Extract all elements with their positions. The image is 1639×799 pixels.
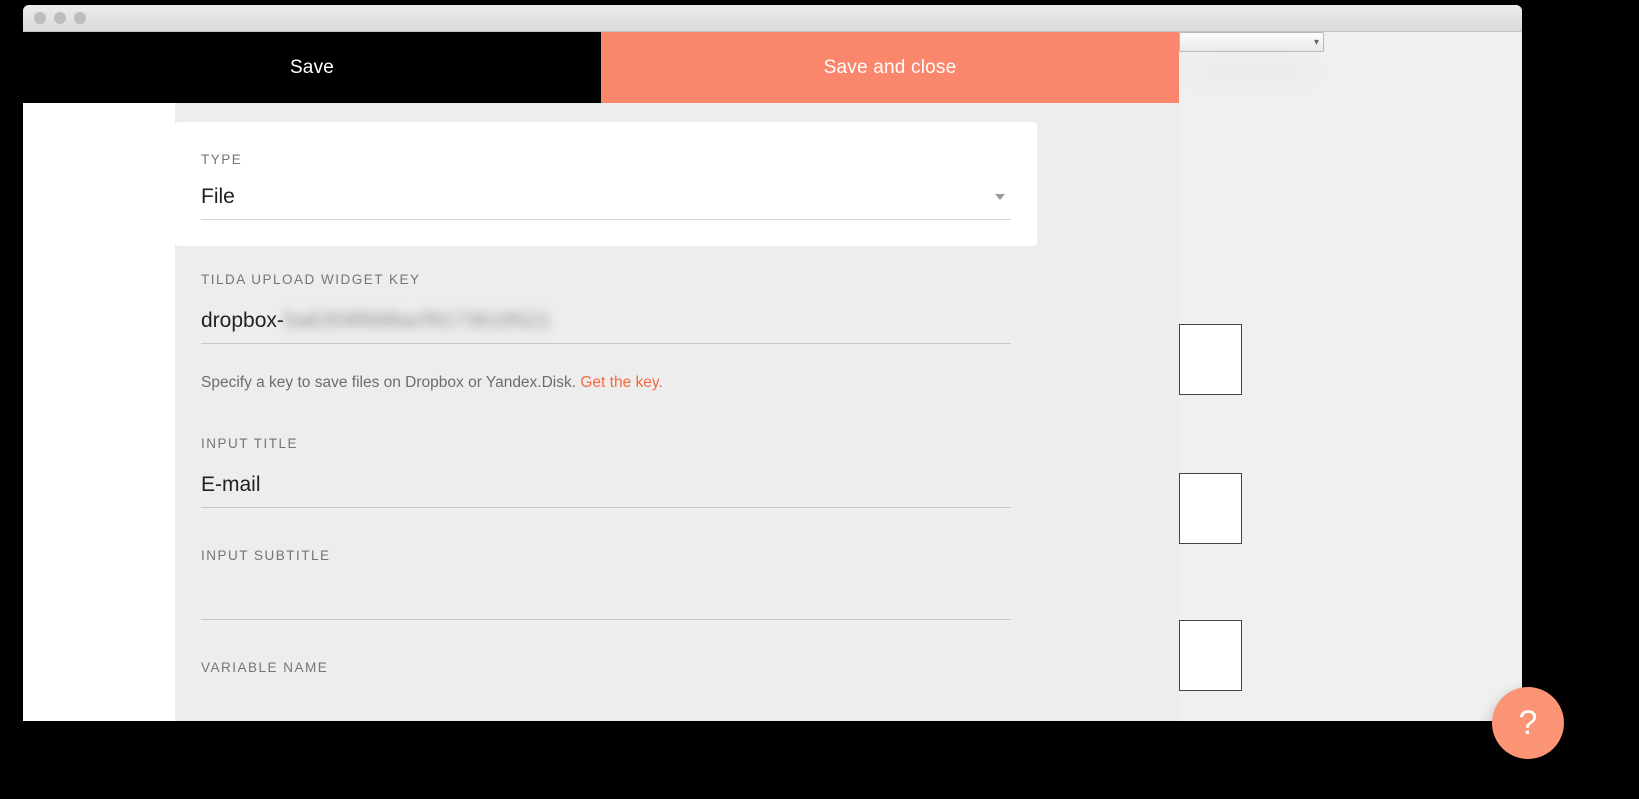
mac-window: ▾ Save Save and close [23,5,1522,721]
variable-name-label: VARIABLE NAME [201,660,1011,675]
background-select[interactable]: ▾ [1179,32,1324,52]
help-button[interactable]: ? [1492,687,1564,759]
upload-key-prefix: dropbox- [201,309,284,332]
dialog-panel: TYPE File TILDA UPLOAD WIDGET KEY dropbo… [175,103,1037,721]
background-slot[interactable] [1179,324,1242,395]
input-subtitle-field[interactable] [201,581,1011,620]
upload-key-masked: 5a6309f688acf9173618521 [284,309,551,333]
window-close-icon[interactable] [34,12,46,24]
type-label: TYPE [201,152,1011,167]
help-icon: ? [1519,704,1538,743]
window-minimize-icon[interactable] [54,12,66,24]
dialog-gutter-left [23,103,175,721]
dialog-gutter-right [1037,103,1179,721]
settings-dialog: Save Save and close TYPE File [23,32,1179,721]
type-select[interactable]: File [201,185,1011,220]
save-button-label: Save [290,57,334,79]
mac-titlebar [23,5,1522,32]
background-slot[interactable] [1179,473,1242,544]
get-the-key-link[interactable]: Get the key. [580,374,662,391]
window-zoom-icon[interactable] [74,12,86,24]
input-title-label: INPUT TITLE [201,436,1011,451]
upload-key-label: TILDA UPLOAD WIDGET KEY [201,272,1011,287]
dialog-header: Save Save and close [23,32,1179,103]
caret-down-icon: ▾ [1314,37,1319,48]
input-subtitle-label: INPUT SUBTITLE [201,548,1011,563]
upload-key-hint-text: Specify a key to save files on Dropbox o… [201,374,580,391]
upload-key-input[interactable]: dropbox-5a6309f688acf9173618521 [201,305,1011,344]
background-slot[interactable] [1179,620,1242,691]
chevron-down-icon [995,194,1005,200]
type-value: File [201,185,235,209]
save-and-close-button[interactable]: Save and close [601,32,1179,103]
type-card: TYPE File [175,122,1037,246]
save-and-close-button-label: Save and close [824,57,957,79]
upload-key-hint: Specify a key to save files on Dropbox o… [201,374,1011,392]
save-button[interactable]: Save [23,32,601,103]
input-title-field[interactable] [201,469,1011,508]
